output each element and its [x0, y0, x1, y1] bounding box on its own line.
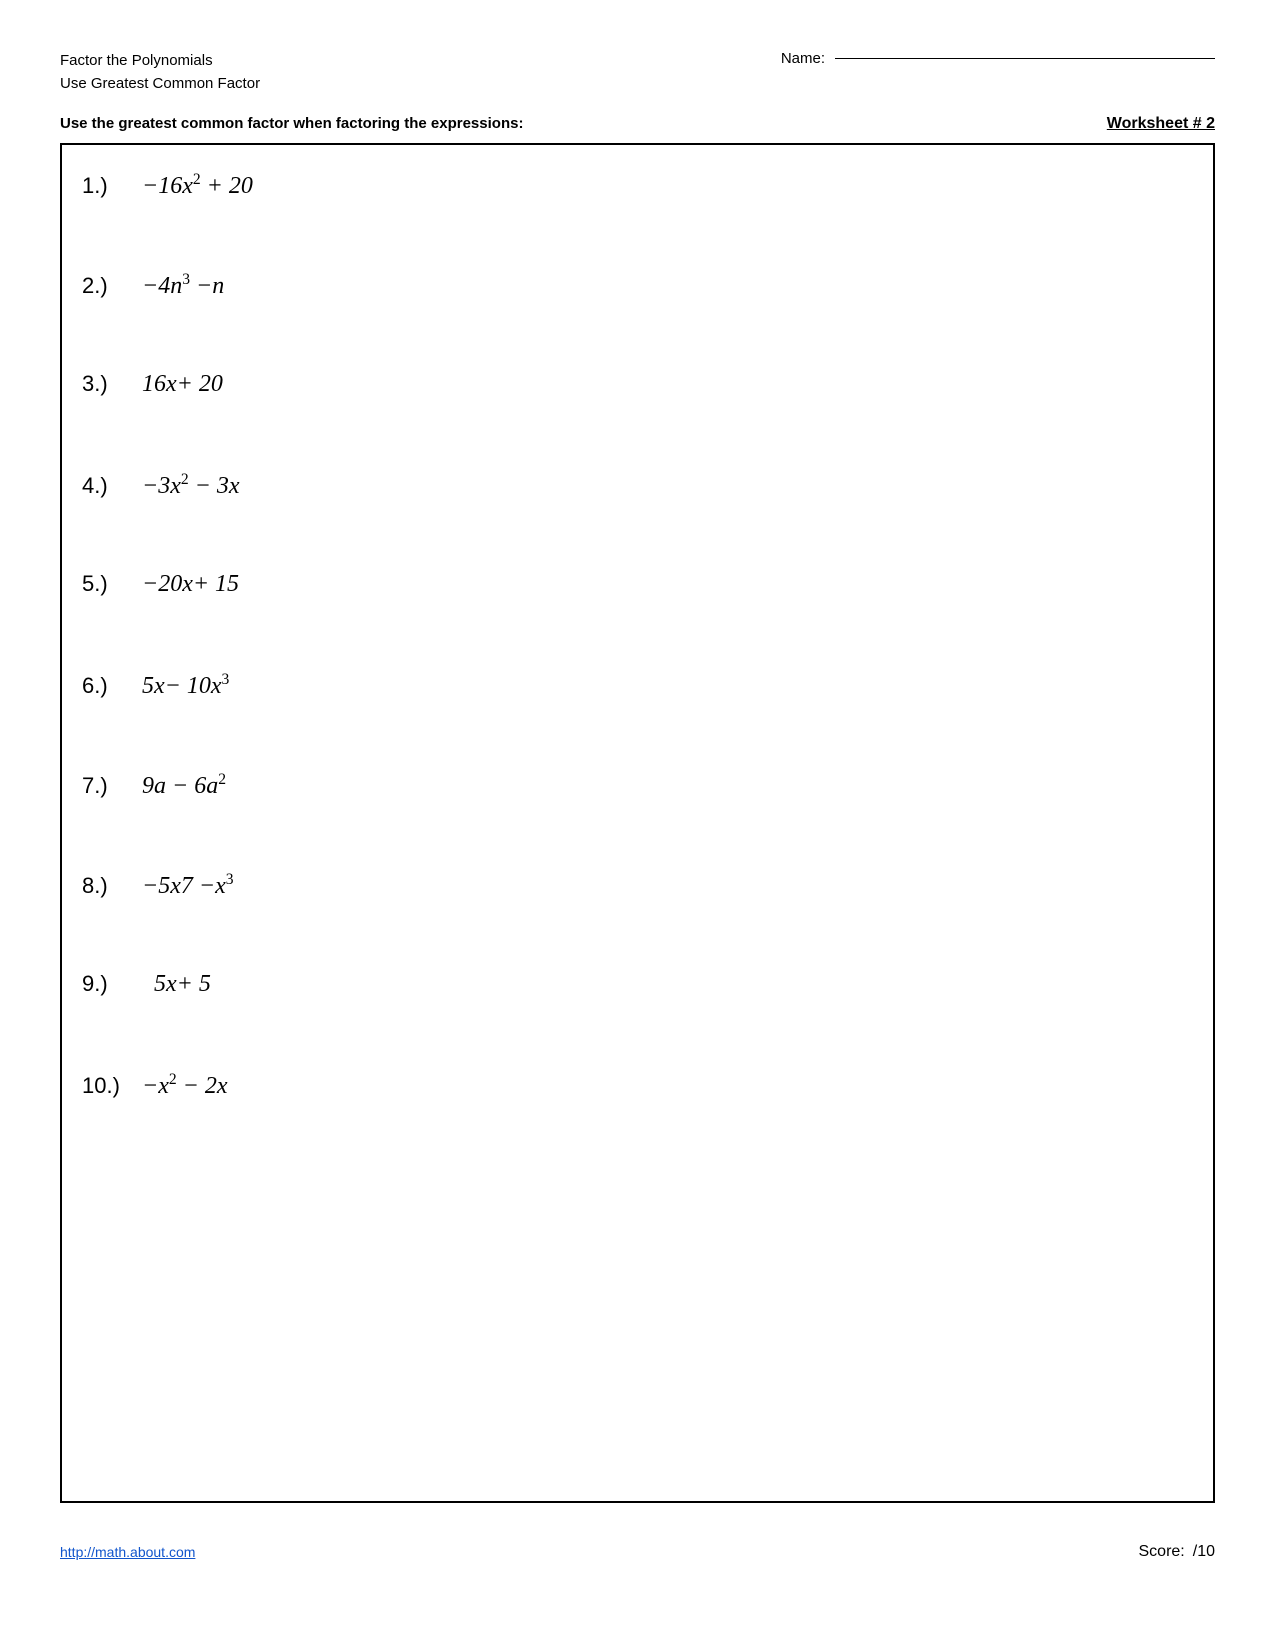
problem-9-expr: 5x+ 5	[142, 971, 211, 998]
problem-2-number: 2.)	[82, 273, 142, 299]
problem-1-number: 1.)	[82, 173, 142, 199]
problem-6: 6.) 5x− 10x3	[82, 655, 1193, 755]
header-line1: Factor the Polynomials	[60, 50, 260, 73]
header-right: Name:	[781, 50, 1215, 67]
problem-10: 10.) −x2 − 2x	[82, 1055, 1193, 1155]
score-label: Score:	[1139, 1543, 1185, 1561]
problem-8-expr: −5x7 −x3	[142, 871, 234, 900]
problems-box: 1.) −16x2 + 20 2.) −4n3 −n 3.) 16x+ 20 4…	[60, 143, 1215, 1503]
problem-1-expr: −16x2 + 20	[142, 171, 253, 200]
problem-4: 4.) −3x2 − 3x	[82, 455, 1193, 555]
problem-3: 3.) 16x+ 20	[82, 355, 1193, 455]
problem-10-expr: −x2 − 2x	[142, 1071, 228, 1100]
header-line2: Use Greatest Common Factor	[60, 73, 260, 96]
score-value: /10	[1193, 1543, 1215, 1561]
footer: http://math.about.com Score: /10	[60, 1533, 1215, 1561]
problem-7-expr: 9a − 6a2	[142, 771, 226, 800]
header-left: Factor the Polynomials Use Greatest Comm…	[60, 50, 260, 95]
instruction-row: Use the greatest common factor when fact…	[60, 115, 1215, 133]
problem-4-expr: −3x2 − 3x	[142, 471, 240, 500]
score-section: Score: /10	[1139, 1543, 1216, 1561]
header: Factor the Polynomials Use Greatest Comm…	[60, 50, 1215, 95]
problem-6-expr: 5x− 10x3	[142, 671, 229, 700]
footer-link[interactable]: http://math.about.com	[60, 1544, 195, 1560]
worksheet-title: Worksheet # 2	[1107, 115, 1215, 133]
problem-7: 7.) 9a − 6a2	[82, 755, 1193, 855]
name-label: Name:	[781, 50, 825, 67]
problem-7-number: 7.)	[82, 773, 142, 799]
problem-9: 9.) 5x+ 5	[82, 955, 1193, 1055]
problem-4-number: 4.)	[82, 473, 142, 499]
problem-3-number: 3.)	[82, 371, 142, 397]
problem-5: 5.) −20x+ 15	[82, 555, 1193, 655]
problem-9-number: 9.)	[82, 971, 142, 997]
problem-1: 1.) −16x2 + 20	[82, 155, 1193, 255]
problem-8-number: 8.)	[82, 873, 142, 899]
problem-8: 8.) −5x7 −x3	[82, 855, 1193, 955]
problem-2-expr: −4n3 −n	[142, 271, 224, 300]
problem-10-number: 10.)	[82, 1073, 142, 1099]
problem-2: 2.) −4n3 −n	[82, 255, 1193, 355]
problem-5-expr: −20x+ 15	[142, 571, 239, 598]
instruction-text: Use the greatest common factor when fact…	[60, 115, 523, 132]
problem-3-expr: 16x+ 20	[142, 371, 223, 398]
name-line	[835, 58, 1215, 59]
problem-6-number: 6.)	[82, 673, 142, 699]
problem-5-number: 5.)	[82, 571, 142, 597]
